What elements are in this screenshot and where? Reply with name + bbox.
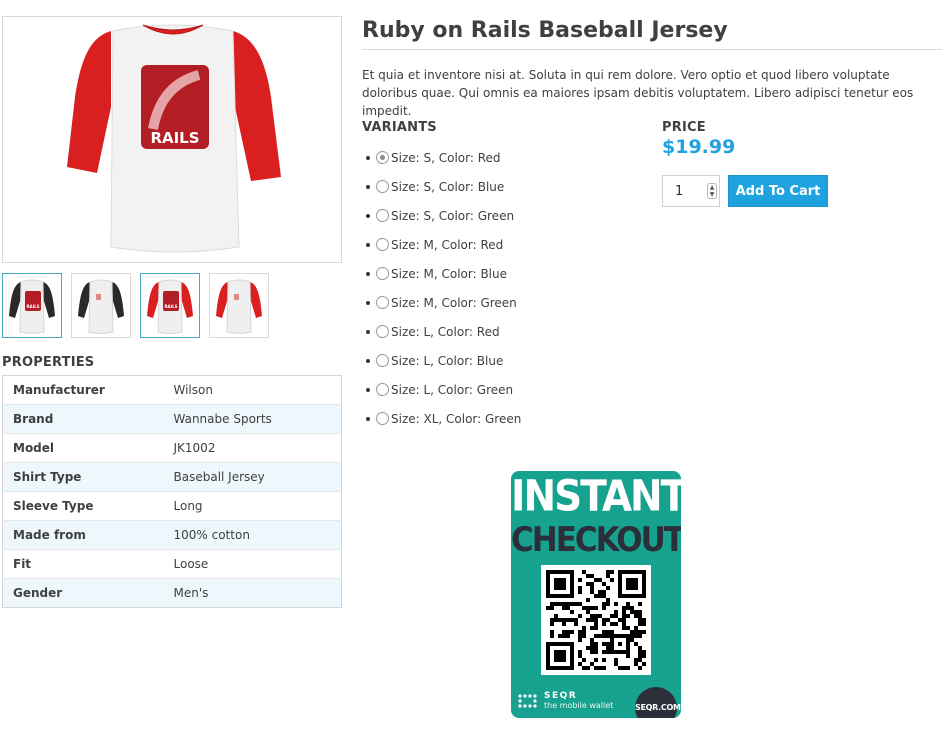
product-thumbnail[interactable] [71,273,131,338]
property-value: JK1002 [163,433,342,463]
bullet-icon [366,416,370,421]
add-to-cart-button[interactable]: Add To Cart [728,175,828,207]
variant-radio[interactable] [376,412,389,425]
thumbnail-strip: RAILS RAILS [2,273,269,338]
svg-text:RAILS: RAILS [26,304,39,309]
product-thumbnail[interactable] [209,273,269,338]
variant-radio[interactable] [376,267,389,280]
quantity-value: 1 [675,184,684,199]
variant-label: Size: M, Color: Blue [391,266,508,281]
table-row: Made from 100% cotton [2,520,342,550]
table-row: Fit Loose [2,549,342,579]
bullet-icon [366,184,370,189]
property-value: Wilson [173,383,213,397]
bullet-icon [366,213,370,218]
variant-label: Size: L, Color: Green [391,382,514,397]
quantity-input[interactable]: 1 ▲ ▼ [662,175,720,207]
bullet-icon [366,329,370,334]
bullet-icon [366,242,370,247]
variant-option[interactable]: Size: XL, Color: Green [366,404,521,433]
property-key: Fit [2,549,164,579]
bullet-icon [366,300,370,305]
variant-label: Size: M, Color: Green [391,295,517,310]
table-row: Manufacturer Wilson [3,376,342,405]
variant-label: Size: S, Color: Red [391,150,501,165]
table-row: Sleeve Type Long [2,491,342,521]
properties-table: Manufacturer Wilson Brand Wannabe Sports Mod… [2,375,342,608]
variant-label: Size: S, Color: Green [391,208,515,223]
property-value: 100% cotton [163,520,342,550]
property-value: Loose [163,549,342,579]
seqr-tagline: the mobile wallet [544,701,614,710]
variant-option[interactable]: Size: L, Color: Green [366,375,521,404]
product-thumbnail[interactable]: RAILS [2,273,62,338]
svg-text:RAILS: RAILS [164,304,177,309]
variant-option[interactable]: Size: S, Color: Red [366,143,521,172]
variant-label: Size: S, Color: Blue [391,179,505,194]
product-title: Ruby on Rails Baseball Jersey [362,18,942,50]
property-key: Sleeve Type [2,491,164,521]
product-main-image[interactable]: RAILS [2,16,342,263]
seqr-badge: SEQR.COM [635,687,681,718]
variant-label: Size: M, Color: Red [391,237,504,252]
variant-label: Size: L, Color: Red [391,324,500,339]
variant-radio[interactable] [376,296,389,309]
variant-radio[interactable] [376,383,389,396]
property-value: Long [163,491,342,521]
qr-code-icon [541,565,651,675]
property-key: Gender [2,578,164,608]
ad-headline-checkout: CHECKOUT [511,520,681,560]
property-key: Manufacturer [13,383,105,397]
variant-option[interactable]: Size: S, Color: Green [366,201,521,230]
variant-radio[interactable] [376,325,389,338]
variant-label: Size: XL, Color: Green [391,411,522,426]
variant-radio[interactable] [376,180,389,193]
variant-option[interactable]: Size: S, Color: Blue [366,172,521,201]
seqr-logo-icon [518,694,537,708]
price-value: $19.99 [662,136,736,158]
properties-heading: PROPERTIES [2,355,95,370]
table-row: Model JK1002 [2,433,342,463]
variant-option[interactable]: Size: M, Color: Blue [366,259,521,288]
property-key: Model [2,433,164,463]
variants-heading: VARIANTS [362,120,437,135]
variant-radio[interactable] [376,209,389,222]
bullet-icon [366,271,370,276]
property-key: Brand [2,404,164,434]
variant-label: Size: L, Color: Blue [391,353,504,368]
jersey-image: RAILS [67,24,281,253]
ad-headline-instant: INSTANT [511,471,681,522]
variant-radio[interactable] [376,238,389,251]
seqr-ad-banner[interactable]: INSTANT CHECKOUT SEQR the mobile wallet … [511,471,681,718]
table-row: Brand Wannabe Sports [2,404,342,434]
bullet-icon [366,358,370,363]
variants-list: Size: S, Color: Red Size: S, Color: Blue S… [366,143,521,433]
jersey-logo-text: RAILS [150,129,199,147]
variant-option[interactable]: Size: M, Color: Green [366,288,521,317]
bullet-icon [366,155,370,160]
variant-radio[interactable] [376,151,389,164]
product-description: Et quia et inventore nisi at. Soluta in … [362,68,914,118]
table-row: Gender Men's [2,578,342,608]
price-label: PRICE [662,120,706,135]
table-row: Shirt Type Baseball Jersey [2,462,342,492]
variant-option[interactable]: Size: L, Color: Blue [366,346,521,375]
variant-option[interactable]: Size: M, Color: Red [366,230,521,259]
variant-radio[interactable] [376,354,389,367]
quantity-stepper[interactable]: ▲ ▼ [707,183,717,199]
product-thumbnail[interactable]: RAILS [140,273,200,338]
variant-option[interactable]: Size: L, Color: Red [366,317,521,346]
property-value: Wannabe Sports [163,404,342,434]
property-key: Made from [2,520,164,550]
seqr-brand-name: SEQR [544,691,578,701]
bullet-icon [366,387,370,392]
property-value: Men's [163,578,342,608]
property-key: Shirt Type [2,462,164,492]
property-value: Baseball Jersey [163,462,342,492]
